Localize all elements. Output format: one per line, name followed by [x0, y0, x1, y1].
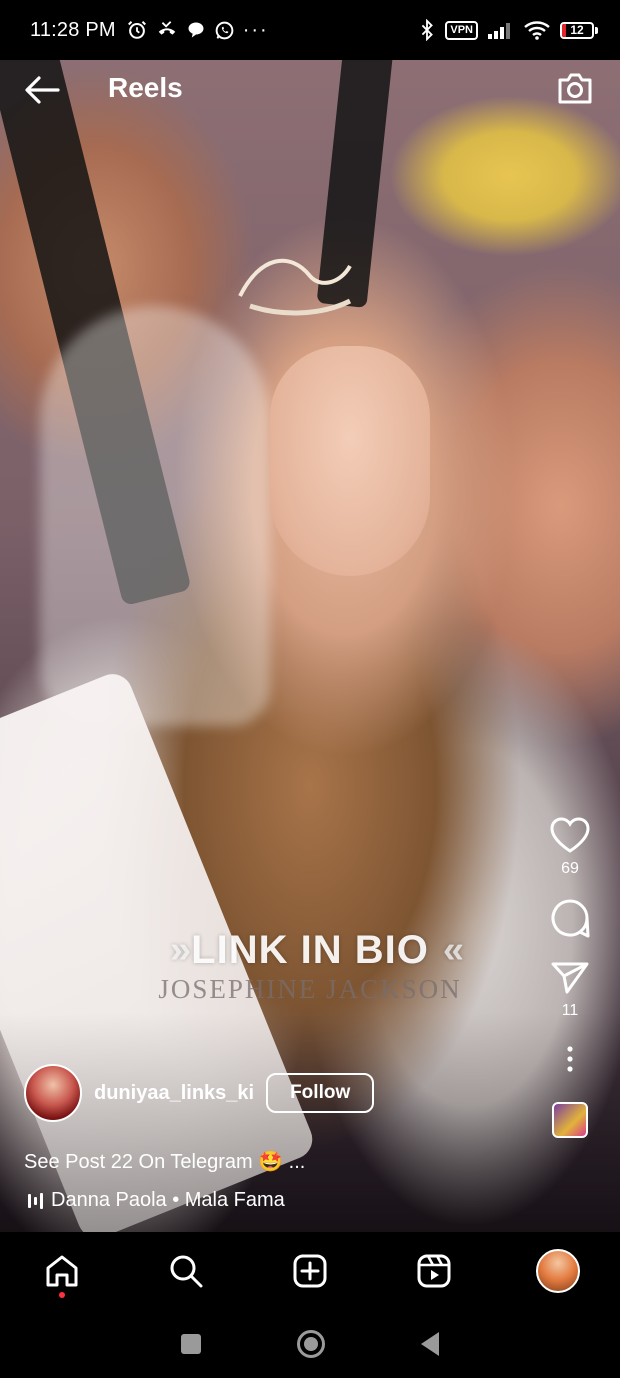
bottom-nav: [0, 1232, 620, 1310]
nav-reels[interactable]: [394, 1236, 474, 1306]
battery-icon: 12: [560, 21, 598, 39]
nav-home[interactable]: [22, 1236, 102, 1306]
follow-button[interactable]: Follow: [266, 1073, 375, 1113]
link-in-bio-overlay: » LINK IN BIO «: [0, 928, 620, 973]
vpn-badge: VPN: [445, 20, 478, 40]
reels-header: Reels: [0, 60, 620, 120]
whatsapp-icon: [215, 21, 234, 39]
video-scene-veil: [40, 306, 270, 726]
status-bar: 11:28 PM ··· VPN 12: [0, 0, 620, 60]
nav-profile[interactable]: [518, 1236, 598, 1306]
page-title: Reels: [108, 72, 183, 103]
video-scene-face: [270, 346, 430, 576]
author-row: duniyaa_links_ki Follow: [24, 1064, 375, 1122]
notification-dot: [59, 1292, 65, 1298]
home-icon: [46, 1255, 78, 1287]
video-watermark-text: JOSEPHINE JACKSON: [158, 974, 462, 1004]
profile-avatar: [536, 1249, 580, 1293]
comment-icon[interactable]: [549, 898, 591, 940]
audio-bars-icon: [28, 1192, 43, 1209]
system-navigation-bar: [0, 1310, 620, 1378]
home-button[interactable]: [297, 1330, 325, 1358]
wifi-icon: [524, 21, 550, 40]
create-icon: [293, 1254, 327, 1288]
like-count: 69: [561, 860, 579, 877]
recents-button[interactable]: [181, 1334, 201, 1354]
send-icon[interactable]: [550, 960, 590, 996]
signal-icon: [488, 23, 510, 39]
post-caption[interactable]: See Post 22 On Telegram 🤩 ...: [24, 1149, 305, 1174]
chat-bubble-icon: [188, 22, 204, 38]
reel-actions: 69 11: [544, 816, 596, 1138]
comment-action: [549, 898, 591, 940]
video-scene-tiara: [238, 258, 352, 316]
alarm-icon: [127, 21, 146, 39]
author-avatar[interactable]: [24, 1064, 82, 1122]
missed-call-icon: [158, 21, 175, 35]
chevrons-left-icon: «: [442, 929, 464, 971]
reel-video[interactable]: » LINK IN BIO « JOSEPHINE JACKSON: [0, 46, 620, 1232]
audio-attribution[interactable]: Danna Paola • Mala Fama: [28, 1189, 285, 1212]
share-action: 11: [550, 960, 590, 1020]
nav-create[interactable]: [270, 1236, 350, 1306]
chevrons-right-icon: »: [170, 929, 191, 971]
status-time: 11:28 PM: [30, 18, 116, 41]
reels-icon: [417, 1254, 451, 1288]
link-in-bio-text: LINK IN BIO: [191, 928, 429, 972]
search-icon: [170, 1255, 203, 1288]
battery-fill: [562, 23, 566, 37]
heart-icon[interactable]: [549, 816, 591, 854]
back-arrow-icon[interactable]: [24, 74, 60, 106]
nav-search[interactable]: [146, 1236, 226, 1306]
audio-title: Danna Paola • Mala Fama: [51, 1189, 285, 1211]
more-dots-icon: ···: [242, 18, 269, 41]
battery-level: 12: [570, 23, 584, 37]
more-options-icon[interactable]: [566, 1046, 574, 1072]
more-action: [566, 1046, 574, 1072]
author-username[interactable]: duniyaa_links_ki: [94, 1082, 254, 1105]
back-button[interactable]: [421, 1332, 439, 1356]
audio-thumbnail[interactable]: [552, 1102, 588, 1138]
like-action: 69: [549, 816, 591, 878]
share-count: 11: [561, 1002, 579, 1019]
bluetooth-icon: [422, 19, 434, 41]
camera-icon[interactable]: [556, 70, 594, 106]
